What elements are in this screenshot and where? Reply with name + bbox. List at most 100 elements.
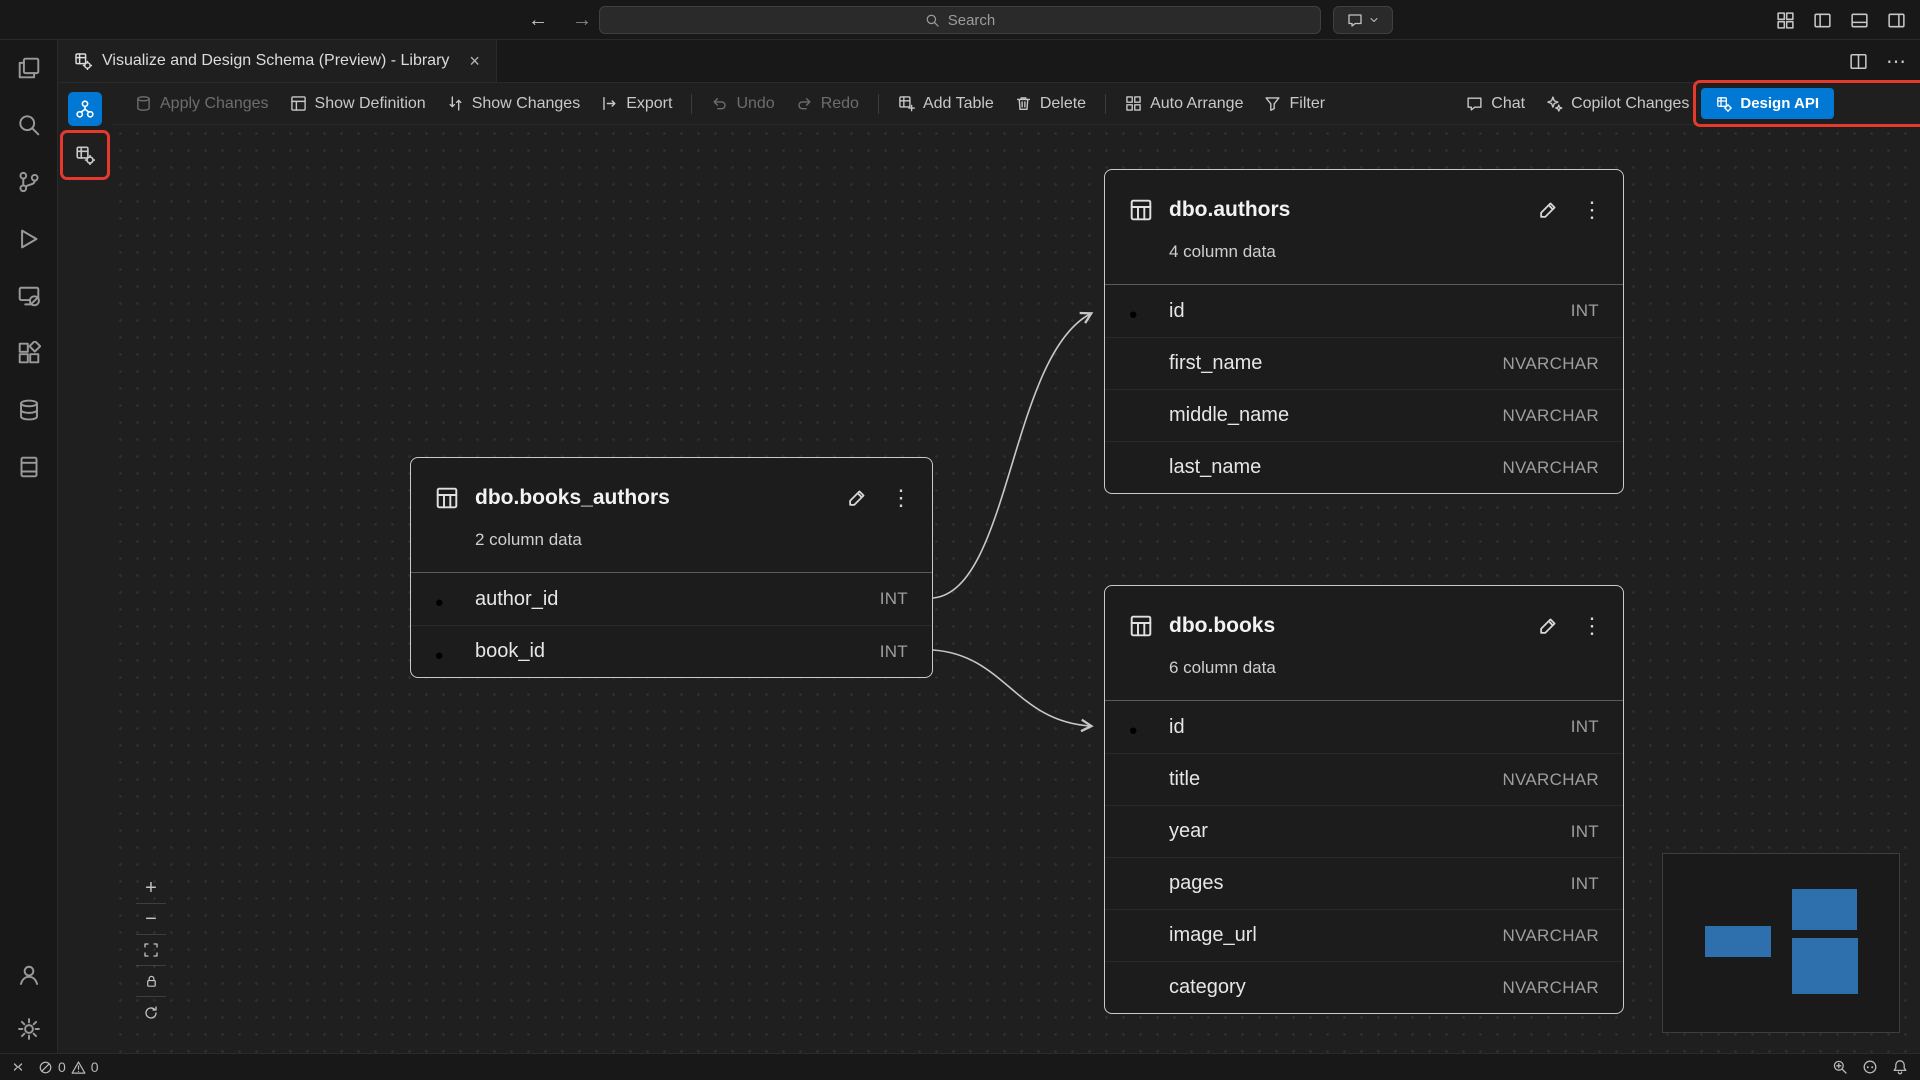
toggle-secondary-sidebar-button[interactable]: [1887, 11, 1906, 30]
edit-table-button[interactable]: [846, 487, 868, 509]
column-type: INT: [880, 642, 908, 662]
column-name: middle_name: [1169, 404, 1502, 427]
zoom-in-button[interactable]: +: [136, 873, 166, 904]
remote-indicator-button[interactable]: [10, 1059, 26, 1075]
tab-schema-designer[interactable]: Visualize and Design Schema (Preview) - …: [58, 40, 497, 82]
table-header: dbo.authors ⋮ 4 column data: [1105, 170, 1623, 266]
delete-label: Delete: [1040, 95, 1086, 113]
designer-main: Apply Changes Show Definition Show Chang…: [112, 83, 1920, 1053]
toolbar-separator: [878, 94, 879, 114]
table-menu-button[interactable]: ⋮: [1581, 199, 1603, 221]
filter-button[interactable]: Filter: [1255, 89, 1334, 119]
show-changes-button[interactable]: Show Changes: [438, 89, 590, 119]
copilot-changes-label: Copilot Changes: [1571, 95, 1689, 113]
redo-icon: [796, 95, 813, 112]
show-definition-button[interactable]: Show Definition: [281, 89, 435, 119]
more-actions-button[interactable]: ⋯: [1886, 49, 1906, 74]
search-icon: [925, 13, 940, 28]
undo-button[interactable]: Undo: [702, 89, 783, 119]
sidebar-item-sql-database[interactable]: [17, 398, 41, 422]
search-input[interactable]: Search: [599, 6, 1321, 34]
toggle-sidebar-button[interactable]: [1813, 11, 1832, 30]
settings-gear-icon[interactable]: [17, 1017, 41, 1041]
table-row[interactable]: year INT: [1105, 805, 1623, 857]
fit-view-button[interactable]: [136, 935, 166, 966]
sidebar-item-source-control[interactable]: [17, 170, 41, 194]
table-row[interactable]: id INT: [1105, 701, 1623, 753]
sidebar-item-search[interactable]: [17, 113, 41, 137]
column-type: INT: [1571, 301, 1599, 321]
sidebar-item-extensions[interactable]: [17, 341, 41, 365]
copilot-status-icon[interactable]: [1862, 1059, 1878, 1075]
sidebar-item-remote-explorer[interactable]: [17, 284, 41, 308]
table-row[interactable]: first_name NVARCHAR: [1105, 337, 1623, 389]
back-button[interactable]: ←: [528, 9, 548, 32]
split-editor-button[interactable]: [1849, 52, 1868, 71]
column-type: INT: [880, 589, 908, 609]
export-button[interactable]: Export: [592, 89, 681, 119]
database-icon: [135, 95, 152, 112]
table-row[interactable]: title NVARCHAR: [1105, 753, 1623, 805]
table-row[interactable]: image_url NVARCHAR: [1105, 909, 1623, 961]
table-subtitle: 4 column data: [1169, 242, 1603, 266]
status-bar-right: [1832, 1059, 1908, 1075]
table-definition-view-button[interactable]: [68, 138, 102, 172]
table-row[interactable]: last_name NVARCHAR: [1105, 441, 1623, 493]
error-count: 0: [58, 1059, 66, 1075]
apply-changes-label: Apply Changes: [160, 95, 269, 113]
account-icon[interactable]: [17, 963, 41, 987]
compare-changes-icon: [447, 95, 464, 112]
delete-button[interactable]: Delete: [1006, 89, 1095, 119]
zoom-out-button[interactable]: −: [136, 904, 166, 935]
reset-view-button[interactable]: [136, 997, 166, 1028]
undo-label: Undo: [736, 95, 774, 113]
entity-table-books[interactable]: dbo.books ⋮ 6 column data: [1104, 585, 1624, 1014]
table-menu-button[interactable]: ⋮: [1581, 615, 1603, 637]
copilot-menu-button[interactable]: [1333, 6, 1393, 34]
table-row[interactable]: id INT: [1105, 285, 1623, 337]
sidebar-item-explorer[interactable]: [17, 56, 41, 80]
chat-button[interactable]: Chat: [1457, 89, 1534, 119]
design-api-button[interactable]: Design API: [1701, 88, 1834, 119]
sidebar-item-database-projects[interactable]: [17, 455, 41, 479]
add-table-icon: [898, 95, 915, 112]
table-row[interactable]: author_id INT: [411, 573, 932, 625]
table-row[interactable]: middle_name NVARCHAR: [1105, 389, 1623, 441]
schema-diagram-view-button[interactable]: [68, 92, 102, 126]
export-icon: [601, 95, 618, 112]
chat-label: Chat: [1491, 95, 1525, 113]
redo-button[interactable]: Redo: [787, 89, 868, 119]
primary-key-icon: [433, 642, 475, 662]
entity-table-books-authors[interactable]: dbo.books_authors ⋮ 2 column data: [410, 457, 933, 678]
add-table-button[interactable]: Add Table: [889, 89, 1003, 119]
column-name: id: [1169, 716, 1571, 739]
edit-table-button[interactable]: [1537, 615, 1559, 637]
table-menu-button[interactable]: ⋮: [890, 487, 912, 509]
table-row[interactable]: book_id INT: [411, 625, 932, 677]
schema-canvas[interactable]: dbo.books_authors ⋮ 2 column data: [112, 125, 1920, 1053]
table-grid-icon: [435, 486, 459, 510]
table-row[interactable]: pages INT: [1105, 857, 1623, 909]
close-tab-icon[interactable]: ×: [469, 51, 480, 72]
column-type: INT: [1571, 717, 1599, 737]
main-area: Visualize and Design Schema (Preview) - …: [0, 40, 1920, 1053]
toggle-panel-button[interactable]: [1850, 11, 1869, 30]
edit-table-button[interactable]: [1537, 199, 1559, 221]
apply-changes-button[interactable]: Apply Changes: [126, 89, 278, 119]
sidebar-item-run-debug[interactable]: [17, 227, 41, 251]
add-table-label: Add Table: [923, 95, 994, 113]
customize-layout-button[interactable]: [1776, 11, 1795, 30]
auto-arrange-button[interactable]: Auto Arrange: [1116, 89, 1252, 119]
table-row[interactable]: category NVARCHAR: [1105, 961, 1623, 1013]
entity-table-authors[interactable]: dbo.authors ⋮ 4 column data: [1104, 169, 1624, 494]
bell-icon[interactable]: [1892, 1059, 1908, 1075]
forward-button[interactable]: →: [572, 9, 592, 32]
lock-button[interactable]: [136, 966, 166, 997]
warning-count: 0: [91, 1059, 99, 1075]
copilot-changes-button[interactable]: Copilot Changes: [1537, 89, 1698, 119]
zoom-icon[interactable]: [1832, 1059, 1848, 1075]
problems-button[interactable]: 0 0: [38, 1059, 99, 1075]
column-name: pages: [1169, 872, 1571, 895]
minimap[interactable]: [1662, 853, 1900, 1033]
minimap-table-block: [1792, 938, 1858, 994]
